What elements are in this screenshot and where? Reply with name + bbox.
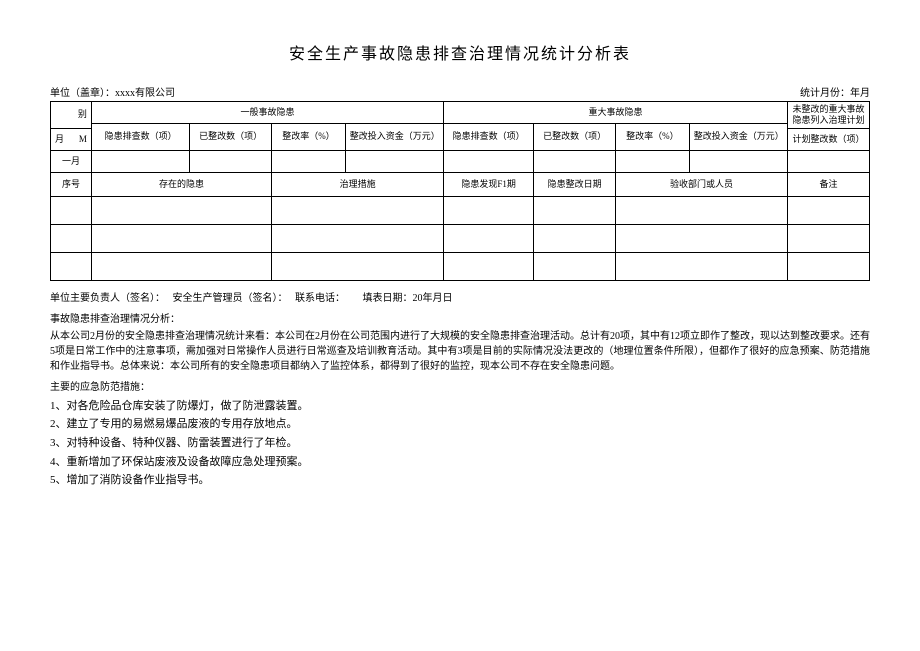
cell (444, 252, 534, 280)
h-seq: 序号 (51, 172, 92, 196)
h-remark: 备注 (788, 172, 870, 196)
corner-top: 别 (51, 102, 92, 129)
cell (190, 150, 272, 172)
cell (788, 224, 870, 252)
cell (51, 252, 92, 280)
h-measure: 治理措施 (272, 172, 444, 196)
gen-rectified: 已整改数（项） (190, 124, 272, 151)
list-item: 4、重新增加了环保站废液及设备故障应急处理预案。 (50, 453, 870, 472)
cat-general: 一般事故隐患 (91, 102, 443, 124)
cat-major: 重大事故隐患 (444, 102, 788, 124)
h-hazard: 存在的隐患 (91, 172, 271, 196)
list-item: 5、增加了消防设备作业指导书。 (50, 471, 870, 490)
maj-rectified: 已整改数（项） (534, 124, 616, 151)
cell (788, 196, 870, 224)
cell (444, 224, 534, 252)
h-found: 隐患发现F1期 (444, 172, 534, 196)
cell (272, 196, 444, 224)
cell (534, 252, 616, 280)
list-item: 1、对各危险品仓库安装了防爆灯，做了防泄露装置。 (50, 397, 870, 416)
unit-label: 单位（盖章）：xxxx有限公司 (50, 84, 175, 99)
cell (616, 150, 690, 172)
cell (345, 150, 443, 172)
sig-manager: 安全生产管理员（签名）： (173, 293, 288, 304)
sig-date: 填表日期：20年月日 (363, 293, 453, 304)
cell (272, 252, 444, 280)
list-item: 3、对特种设备、特种仪器、防雷装置进行了年检。 (50, 434, 870, 453)
summary-table: 别 一般事故隐患 重大事故隐患 未整改的重大事故隐患列入治理计划 隐患排查数（项… (50, 101, 870, 173)
cell (272, 150, 346, 172)
list-item: 2、建立了专用的易燃易爆品废液的专用存放地点。 (50, 415, 870, 434)
cell (51, 224, 92, 252)
h-rectify-date: 隐患整改日期 (534, 172, 616, 196)
maj-invest: 整改投入资金（万元） (689, 124, 787, 151)
cell (272, 224, 444, 252)
signature-line: 单位主要负责人（签名）： 安全生产管理员（签名）： 联系电话： 填表日期：20年… (50, 289, 870, 304)
detail-table: 序号 存在的隐患 治理措施 隐患发现F1期 隐患整改日期 验收部门或人员 备注 (50, 172, 870, 281)
corner-bottom: 月M (51, 128, 92, 150)
cell (91, 224, 271, 252)
cell (444, 196, 534, 224)
gen-rate: 整改率（%） (272, 124, 346, 151)
h-acceptor: 验收部门或人员 (616, 172, 788, 196)
cell (91, 150, 189, 172)
sig-responsible: 单位主要负责人（签名）： (50, 293, 165, 304)
header-line: 单位（盖章）：xxxx有限公司 统计月份：年月 (50, 84, 870, 99)
maj-rate: 整改率（%） (616, 124, 690, 151)
page-title: 安全生产事故隐患排查治理情况统计分析表 (50, 40, 870, 64)
measures-list: 1、对各危险品仓库安装了防爆灯，做了防泄露装置。 2、建立了专用的易燃易爆品废液… (50, 397, 870, 490)
analysis-title: 事故隐患排查治理情况分析： (50, 310, 870, 325)
cell (91, 252, 271, 280)
cell (534, 150, 616, 172)
plan-count-header: 计划整改数（项） (788, 128, 870, 150)
cell (616, 224, 788, 252)
cell (788, 150, 870, 172)
measures-title: 主要的应急防范措施： (50, 378, 870, 393)
cell (616, 196, 788, 224)
not-rectified-header: 未整改的重大事故隐患列入治理计划 (788, 102, 870, 129)
cell (91, 196, 271, 224)
sig-phone: 联系电话： (295, 293, 345, 304)
cell (689, 150, 787, 172)
stat-month-label: 统计月份：年月 (800, 84, 870, 99)
cell (534, 196, 616, 224)
cell (788, 252, 870, 280)
gen-invest: 整改投入资金（万元） (345, 124, 443, 151)
maj-inspect: 隐患排查数（项） (444, 124, 534, 151)
cell (616, 252, 788, 280)
cell (444, 150, 534, 172)
row-month: 一月 (51, 150, 92, 172)
gen-inspect: 隐患排查数（项） (91, 124, 189, 151)
analysis-body: 从本公司2月份的安全隐患排查治理情况统计来看：本公司在2月份在公司范围内进行了大… (50, 329, 870, 374)
cell (534, 224, 616, 252)
cell (51, 196, 92, 224)
